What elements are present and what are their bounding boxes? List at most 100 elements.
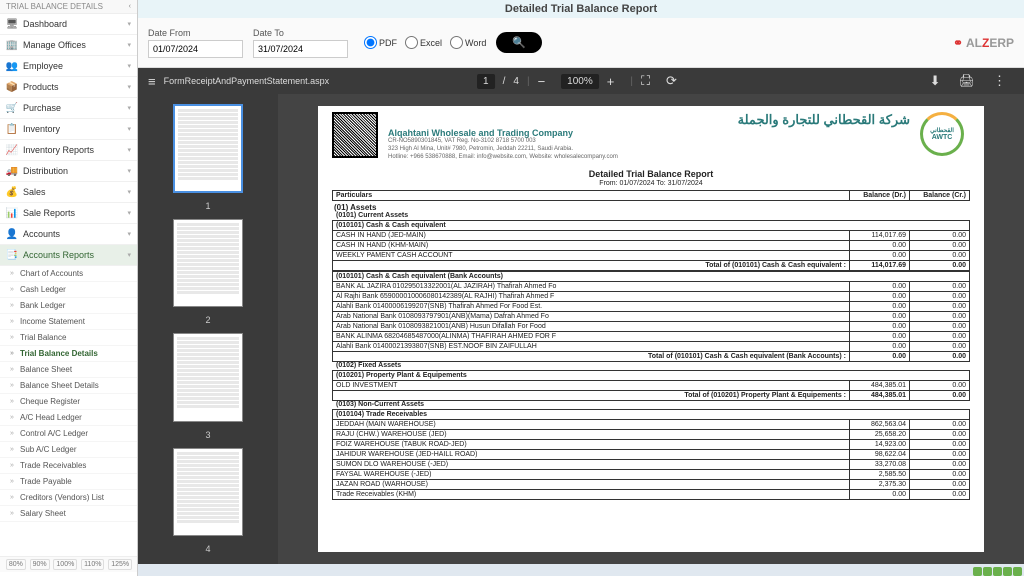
page-current[interactable]: 1: [477, 74, 495, 89]
sidebar-item-accounts[interactable]: 👤Accounts▾: [0, 224, 137, 245]
nav-icon: 🛒: [6, 102, 18, 114]
sidebar-item-distribution[interactable]: 🚚Distribution▾: [0, 161, 137, 182]
thumb-label: 4: [205, 544, 210, 554]
report-range: From: 01/07/2024 To: 31/07/2024: [332, 180, 970, 187]
fit-page-icon[interactable]: ⛶: [641, 73, 650, 89]
th-dr: Balance (Dr.): [850, 191, 910, 201]
zoom-level[interactable]: 100%: [561, 74, 599, 89]
cell-particulars: Al Rajhi Bank 659000010006080142389(AL R…: [333, 292, 850, 302]
cell-cr: 0.00: [910, 241, 970, 251]
sub-item-a/c-head-ledger[interactable]: »A/C Head Ledger: [0, 410, 137, 426]
cell-particulars: Trade Receivables (KHM): [333, 490, 850, 500]
sidebar-item-accounts-reports[interactable]: 📑Accounts Reports▾: [0, 245, 137, 266]
table-row: FAYSAL WAREHOUSE (-JED)2,585.500.00: [333, 470, 970, 480]
cell-dr: 0.00: [850, 490, 910, 500]
zoom-in-icon[interactable]: +: [607, 74, 615, 89]
sidebar-item-products[interactable]: 📦Products▾: [0, 77, 137, 98]
zoom-out-icon[interactable]: −: [538, 74, 546, 89]
cell-cr: 0.00: [910, 231, 970, 241]
sub-label: Trade Payable: [20, 477, 72, 486]
download-icon[interactable]: ⬇: [930, 73, 941, 89]
nav-label: Inventory: [23, 124, 60, 134]
table-row: BANK ALINMA 68204685487000(ALINMA) THAFI…: [333, 332, 970, 342]
bullet-icon: »: [10, 478, 16, 485]
print-icon[interactable]: 🖨: [958, 73, 975, 89]
cell-cr: 0.00: [910, 480, 970, 490]
cell-cr: 0.00: [910, 420, 970, 430]
cell-dr: 862,563.04: [850, 420, 910, 430]
cell-dr: 0.00: [850, 342, 910, 352]
bullet-icon: »: [10, 398, 16, 405]
zoom-option[interactable]: 90%: [30, 559, 50, 570]
sub-item-bank-ledger[interactable]: »Bank Ledger: [0, 298, 137, 314]
sub-label: Trial Balance Details: [20, 349, 98, 358]
menu-icon[interactable]: ≡: [148, 74, 156, 89]
sub-item-balance-sheet-details[interactable]: »Balance Sheet Details: [0, 378, 137, 394]
sub-item-salary-sheet[interactable]: »Salary Sheet: [0, 506, 137, 522]
date-from-input[interactable]: [148, 40, 243, 58]
nav-label: Sale Reports: [23, 208, 75, 218]
sub-item-creditors-(vendors)-list[interactable]: »Creditors (Vendors) List: [0, 490, 137, 506]
sub-item-control-a/c-ledger[interactable]: »Control A/C Ledger: [0, 426, 137, 442]
thumbnail-2[interactable]: [173, 219, 243, 307]
date-to-input[interactable]: [253, 40, 348, 58]
bank-total-label: Total of (010101) Cash & Cash equivalent…: [333, 352, 850, 362]
thumbnail-3[interactable]: [173, 333, 243, 421]
sub-item-trade-payable[interactable]: » Trade Payable: [0, 474, 137, 490]
sidebar-item-inventory-reports[interactable]: 📈Inventory Reports▾: [0, 140, 137, 161]
pdf-toolbar: ≡ FormReceiptAndPaymentStatement.aspx 1 …: [138, 68, 1024, 94]
cell-dr: 0.00: [850, 312, 910, 322]
sub-item-sub-a/c-ledger[interactable]: »Sub A/C Ledger: [0, 442, 137, 458]
date-to-label: Date To: [253, 28, 348, 38]
chevron-left-icon[interactable]: ‹: [129, 3, 131, 10]
pdf-radio[interactable]: PDF: [364, 36, 397, 49]
sidebar-item-manage-offices[interactable]: 🏢Manage Offices▾: [0, 35, 137, 56]
brand-logo: ⚭ ALZERP: [953, 36, 1014, 50]
company-arabic: شركة القحطاني للتجارة والجملة: [388, 112, 910, 128]
zoom-option[interactable]: 110%: [81, 559, 104, 570]
zoom-option[interactable]: 125%: [108, 559, 132, 570]
sub-item-trade-receivables[interactable]: »Trade Receivables: [0, 458, 137, 474]
sub-item-trial-balance-details[interactable]: »Trial Balance Details: [0, 346, 137, 362]
nav-icon: 🚚: [6, 165, 18, 177]
nav-label: Products: [23, 82, 59, 92]
sidebar-item-sale-reports[interactable]: 📊Sale Reports▾: [0, 203, 137, 224]
search-button[interactable]: 🔍: [496, 32, 542, 53]
bullet-icon: »: [10, 270, 16, 277]
thumbnail-1[interactable]: [173, 104, 243, 193]
sub-label: Control A/C Ledger: [20, 429, 88, 438]
sub-item-chart-of-accounts[interactable]: » Chart of Accounts: [0, 266, 137, 282]
zoom-option[interactable]: 100%: [53, 559, 77, 570]
rotate-icon[interactable]: ⟳: [666, 73, 677, 89]
excel-radio[interactable]: Excel: [405, 36, 442, 49]
taskbar: [138, 564, 1024, 576]
sub-item-income-statement[interactable]: »Income Statement: [0, 314, 137, 330]
bullet-icon: »: [10, 494, 16, 501]
chevron-down-icon: ▾: [127, 41, 131, 49]
zoom-option[interactable]: 80%: [6, 559, 26, 570]
cell-cr: 0.00: [910, 381, 970, 391]
cell-particulars: Alahli Bank 01400021393807(SNB) EST.NOOF…: [333, 342, 850, 352]
group-trade-recv: (010104) Trade Receivables: [333, 410, 970, 420]
sub-label: Chart of Accounts: [20, 269, 83, 278]
divider: |: [630, 76, 633, 87]
sub-item-trial-balance[interactable]: »Trial Balance: [0, 330, 137, 346]
sub-item-cheque-register[interactable]: »Cheque Register: [0, 394, 137, 410]
sidebar-item-purchase[interactable]: 🛒Purchase▾: [0, 98, 137, 119]
sidebar-item-sales[interactable]: 💰Sales▾: [0, 182, 137, 203]
word-radio[interactable]: Word: [450, 36, 486, 49]
company-english: Alqahtani Wholesale and Trading Company: [388, 128, 910, 138]
page-area[interactable]: شركة القحطاني للتجارة والجملة Alqahtani …: [278, 94, 1024, 564]
sidebar-item-inventory[interactable]: 📋Inventory▾: [0, 119, 137, 140]
thumbnail-4[interactable]: [173, 448, 243, 536]
sub-item-balance-sheet[interactable]: »Balance Sheet: [0, 362, 137, 378]
sub-item-cash-ledger[interactable]: »Cash Ledger: [0, 282, 137, 298]
cell-dr: 0.00: [850, 302, 910, 312]
sidebar-item-employee[interactable]: 👥Employee▾: [0, 56, 137, 77]
chevron-down-icon: ▾: [127, 83, 131, 91]
more-icon[interactable]: ⋮: [993, 73, 1006, 89]
export-format-group: PDF Excel Word: [364, 36, 486, 49]
date-to-group: Date To: [253, 28, 348, 58]
sidebar-item-dashboard[interactable]: 🖥Dashboard▾: [0, 14, 137, 35]
cell-dr: 98,622.04: [850, 450, 910, 460]
